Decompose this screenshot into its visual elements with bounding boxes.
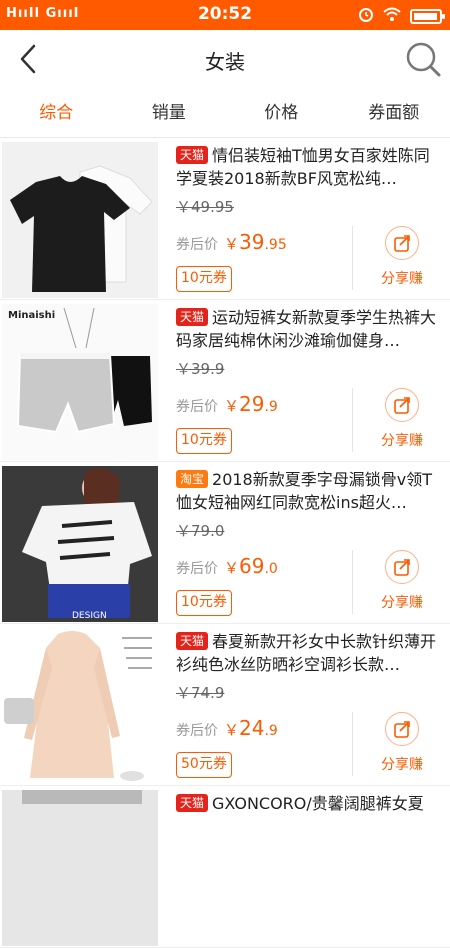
coupon-price: 券后价￥24.9 bbox=[176, 716, 278, 740]
original-price: ￥39.9 bbox=[176, 358, 224, 379]
tab-coupon-value[interactable]: 券面额 bbox=[338, 88, 450, 137]
svg-text:Minaishi: Minaishi bbox=[8, 310, 55, 321]
product-item[interactable]: DESIGN 淘宝2018新款夏季字母漏锁骨v领T恤女短袖网红同款宽松ins超火… bbox=[0, 462, 450, 624]
product-image[interactable] bbox=[2, 142, 158, 298]
coupon-tag[interactable]: 10元券 bbox=[176, 266, 232, 292]
battery-icon bbox=[410, 9, 442, 24]
share-button[interactable]: 分享赚 bbox=[372, 226, 432, 292]
product-image[interactable] bbox=[2, 628, 158, 784]
nav-bar: 女装 bbox=[0, 30, 450, 88]
product-title[interactable]: 天猫情侣装短袖T恤男女百家姓陈同学夏装2018新款BF风宽松纯… bbox=[176, 144, 444, 192]
product-item[interactable]: 天猫春夏新款开衫女中长款针织薄开衫纯色冰丝防晒衫空调衫长款… ￥74.9 券后价… bbox=[0, 624, 450, 786]
share-icon bbox=[385, 226, 419, 260]
product-image[interactable]: DESIGN bbox=[2, 466, 158, 622]
product-item[interactable]: Minaishi 天猫运动短裤女新款夏季学生热裤大码家居纯棉休闲沙滩瑜伽健身… … bbox=[0, 300, 450, 462]
search-icon bbox=[402, 38, 444, 80]
product-image[interactable]: Minaishi bbox=[2, 304, 158, 460]
coupon-price: 券后价￥69.0 bbox=[176, 554, 278, 578]
share-button[interactable]: 分享赚 bbox=[372, 712, 432, 778]
product-title[interactable]: 天猫春夏新款开衫女中长款针织薄开衫纯色冰丝防晒衫空调衫长款… bbox=[176, 630, 444, 678]
coupon-tag[interactable]: 10元券 bbox=[176, 428, 232, 454]
share-icon bbox=[385, 550, 419, 584]
tab-price[interactable]: 价格 bbox=[225, 88, 338, 137]
share-button[interactable]: 分享赚 bbox=[372, 550, 432, 616]
svg-text:DESIGN: DESIGN bbox=[72, 611, 107, 621]
share-icon bbox=[385, 388, 419, 422]
original-price: ￥49.95 bbox=[176, 196, 234, 217]
product-image[interactable] bbox=[2, 790, 158, 946]
original-price: ￥74.9 bbox=[176, 682, 224, 703]
product-title[interactable]: 天猫GXONCORO/贵馨阔腿裤女夏 bbox=[176, 792, 444, 840]
battery-fill bbox=[414, 13, 437, 20]
divider bbox=[352, 712, 353, 776]
share-icon bbox=[385, 712, 419, 746]
wifi-icon bbox=[382, 6, 402, 26]
platform-badge: 淘宝 bbox=[176, 470, 208, 488]
coupon-price: 券后价￥29.9 bbox=[176, 392, 278, 416]
platform-badge: 天猫 bbox=[176, 146, 208, 164]
platform-badge: 天猫 bbox=[176, 308, 208, 326]
tab-comprehensive[interactable]: 综合 bbox=[0, 88, 113, 137]
product-item[interactable]: 天猫情侣装短袖T恤男女百家姓陈同学夏装2018新款BF风宽松纯… ￥49.95 … bbox=[0, 138, 450, 300]
product-title[interactable]: 淘宝2018新款夏季字母漏锁骨v领T恤女短袖网红同款宽松ins超火… bbox=[176, 468, 444, 516]
coupon-tag[interactable]: 10元券 bbox=[176, 590, 232, 616]
divider bbox=[352, 226, 353, 290]
alarm-icon bbox=[358, 6, 374, 26]
product-list: 天猫情侣装短袖T恤男女百家姓陈同学夏装2018新款BF风宽松纯… ￥49.95 … bbox=[0, 138, 450, 948]
platform-badge: 天猫 bbox=[176, 632, 208, 650]
share-button[interactable]: 分享赚 bbox=[372, 388, 432, 454]
coupon-price: 券后价￥39.95 bbox=[176, 230, 287, 254]
search-button[interactable] bbox=[402, 38, 444, 80]
product-title[interactable]: 天猫运动短裤女新款夏季学生热裤大码家居纯棉休闲沙滩瑜伽健身… bbox=[176, 306, 444, 354]
coupon-tag[interactable]: 50元券 bbox=[176, 752, 232, 778]
tab-sales[interactable]: 销量 bbox=[113, 88, 226, 137]
sort-tabs: 综合 销量 价格 券面额 bbox=[0, 88, 450, 138]
divider bbox=[352, 388, 353, 452]
divider bbox=[352, 550, 353, 614]
product-item[interactable]: 天猫GXONCORO/贵馨阔腿裤女夏 bbox=[0, 786, 450, 948]
status-bar: HııIl GıııI 20:52 bbox=[0, 0, 450, 30]
original-price: ￥79.0 bbox=[176, 520, 224, 541]
platform-badge: 天猫 bbox=[176, 794, 208, 812]
page-title: 女装 bbox=[0, 46, 450, 75]
